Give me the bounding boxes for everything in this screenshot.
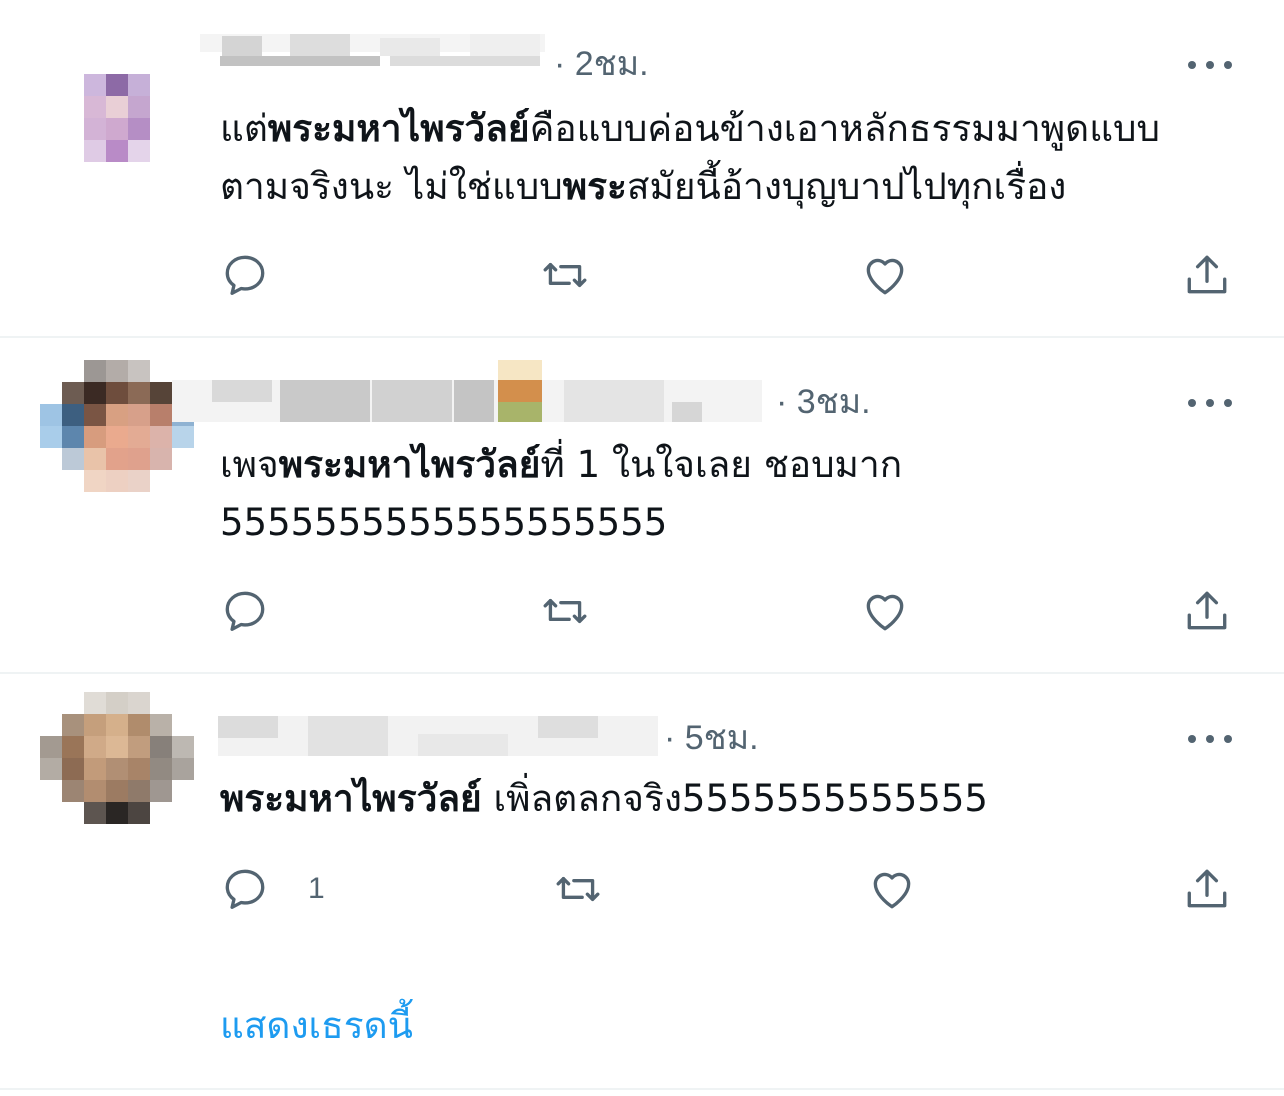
tweet-actions	[0, 245, 1284, 305]
text-segment: เพจ	[220, 443, 279, 486]
blurred-username[interactable]	[172, 360, 762, 422]
highlighted-keyword: พระมหาไพรวัลย์	[220, 777, 482, 820]
reply-icon	[225, 591, 265, 631]
share-icon	[1187, 255, 1227, 294]
tweet-text: พระมหาไพรวัลย์ เพิ่ลตลกจริง5555555555555	[220, 770, 988, 828]
like-icon	[873, 872, 911, 909]
reply-button[interactable]	[220, 581, 308, 641]
tweet-text: เพจพระมหาไพรวัลย์ที่ 1 ในใจเลย ชอบมาก 55…	[220, 436, 902, 552]
like-icon	[866, 258, 904, 295]
tweet-text: แต่พระมหาไพรวัลย์คือแบบค่อนข้างเอาหลักธร…	[220, 100, 1160, 216]
retweet-icon	[543, 598, 587, 624]
retweet-button[interactable]	[540, 581, 590, 641]
reply-button[interactable]	[220, 245, 308, 305]
tweet-text-line-1: พระมหาไพรวัลย์ เพิ่ลตลกจริง5555555555555	[220, 770, 988, 828]
retweet-button[interactable]	[540, 245, 590, 305]
like-button[interactable]	[860, 245, 910, 305]
tweet-time[interactable]: · 2ชม.	[554, 44, 649, 84]
more-icon[interactable]	[1188, 733, 1232, 745]
share-icon	[1187, 591, 1227, 630]
divider	[0, 1088, 1284, 1090]
text-segment: ที่ 1 ในใจเลย ชอบมาก	[540, 443, 903, 486]
avatar[interactable]	[40, 692, 196, 848]
text-segment: 5555555555555555555	[220, 501, 668, 544]
reply-icon	[225, 255, 265, 295]
tweet-time[interactable]: · 3ชม.	[776, 382, 871, 422]
share-button[interactable]	[1182, 245, 1232, 305]
tweet-actions: 1	[0, 859, 1284, 919]
share-button[interactable]	[1182, 859, 1232, 919]
reply-button[interactable]: 1	[220, 859, 325, 919]
like-button[interactable]	[867, 859, 917, 919]
retweet-button[interactable]	[553, 859, 603, 919]
text-segment: เพิ่ลตลกจริง5555555555555	[481, 777, 988, 820]
highlighted-keyword: พระ	[562, 165, 627, 208]
more-icon[interactable]	[1188, 397, 1232, 409]
text-segment: สมัยนี้อ้างบุญบาปไปทุกเรื่อง	[626, 165, 1067, 208]
reply-icon	[225, 869, 265, 909]
more-icon[interactable]	[1188, 59, 1232, 71]
tweet-text-line-1: เพจพระมหาไพรวัลย์ที่ 1 ในใจเลย ชอบมาก	[220, 436, 902, 494]
tweet-text-line-2: ตามจริงนะ ไม่ใช่แบบพระสมัยนี้อ้างบุญบาปไ…	[220, 158, 1160, 216]
retweet-icon	[543, 262, 587, 288]
tweet-actions	[0, 581, 1284, 641]
tweet-1[interactable]: · 2ชม. แต่พระมหาไพรวัลย์คือแบบค่อนข้างเอ…	[0, 0, 1284, 336]
share-button[interactable]	[1182, 581, 1232, 641]
tweet-text-line-1: แต่พระมหาไพรวัลย์คือแบบค่อนข้างเอาหลักธร…	[220, 100, 1160, 158]
tweet-time[interactable]: · 5ชม.	[664, 718, 759, 758]
tweet-3[interactable]: · 5ชม. พระมหาไพรวัลย์ เพิ่ลตลกจริง555555…	[0, 674, 1284, 1074]
blurred-username[interactable]	[218, 716, 658, 756]
like-icon	[866, 594, 904, 631]
like-button[interactable]	[860, 581, 910, 641]
highlighted-keyword: พระมหาไพรวัลย์	[267, 107, 530, 150]
text-segment: แต่	[220, 107, 268, 150]
highlighted-keyword: พระมหาไพรวัลย์	[278, 443, 541, 486]
tweet-text-line-2: 5555555555555555555	[220, 494, 902, 552]
reply-count: 1	[308, 872, 325, 905]
text-segment: คือแบบค่อนข้างเอาหลักธรรมมาพูดแบบ	[529, 107, 1161, 150]
share-icon	[1187, 869, 1227, 908]
avatar[interactable]	[40, 30, 196, 186]
retweet-icon	[556, 876, 600, 902]
show-thread-link[interactable]: แสดงเธรดนี้	[220, 996, 413, 1055]
tweet-2[interactable]: · 3ชม. เพจพระมหาไพรวัลย์ที่ 1 ในใจเลย ชอ…	[0, 338, 1284, 672]
blurred-username[interactable]	[200, 34, 545, 74]
text-segment: ตามจริงนะ ไม่ใช่แบบ	[220, 165, 563, 208]
